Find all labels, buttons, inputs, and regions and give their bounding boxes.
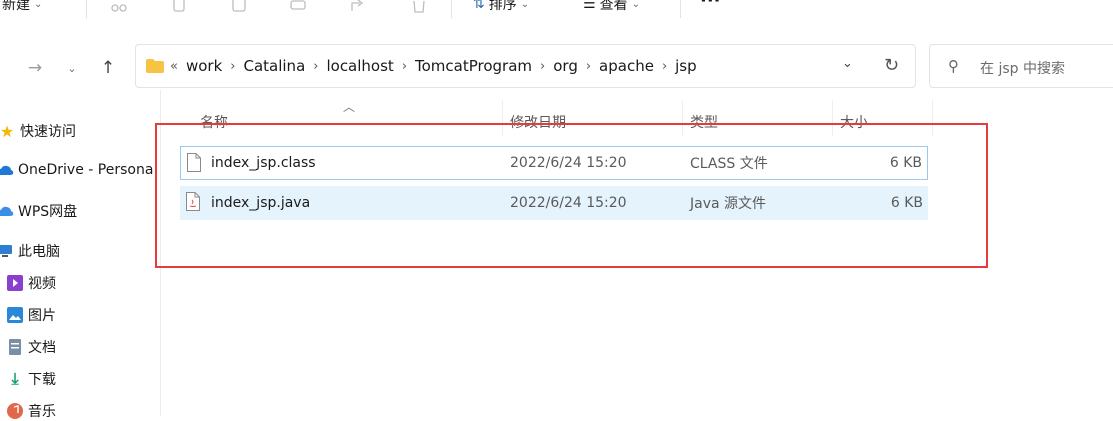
sidebar-item-label: 快速访问: [20, 124, 76, 140]
paste-icon[interactable]: [228, 0, 250, 16]
breadcrumb: « work › Catalina › localhost › TomcatPr…: [146, 45, 701, 87]
arrow-right-icon: →: [27, 58, 43, 78]
breadcrumb-item[interactable]: TomcatProgram: [411, 57, 536, 75]
recent-locations-button[interactable]: ⌄: [60, 56, 84, 80]
sidebar-item-quick-access[interactable]: ★ 快速访问: [0, 121, 76, 141]
view-label: 查看: [599, 0, 628, 13]
refresh-icon: ↻: [884, 55, 900, 76]
chevron-right-icon: ›: [585, 58, 592, 74]
sidebar-item-label: OneDrive - Persona: [18, 162, 154, 178]
share-icon[interactable]: [348, 0, 370, 16]
copy-icon[interactable]: [168, 0, 190, 16]
sort-label: 排序: [488, 0, 517, 13]
cut-icon[interactable]: [108, 0, 130, 16]
sidebar-item-documents[interactable]: 文档: [6, 337, 56, 357]
chevron-right-icon: ›: [401, 58, 408, 74]
sidebar-item-label: 视频: [28, 276, 56, 292]
toolbar-divider: [86, 0, 87, 18]
sidebar-item-onedrive[interactable]: OneDrive - Persona: [0, 161, 153, 179]
search-icon: ⚲: [948, 57, 959, 75]
picture-icon: [6, 306, 24, 324]
download-icon: ⤓: [11, 369, 19, 388]
refresh-button[interactable]: ↻: [884, 55, 899, 76]
sidebar-item-videos[interactable]: 视频: [6, 273, 56, 293]
breadcrumb-item[interactable]: apache: [595, 57, 658, 75]
new-button[interactable]: 新建 ⌄: [2, 0, 42, 14]
cloud-icon: [0, 202, 14, 220]
address-history-button[interactable]: ⌄: [842, 56, 853, 71]
breadcrumb-item[interactable]: jsp: [671, 57, 701, 75]
chevron-down-icon: ⌄: [842, 56, 853, 71]
more-icon: ···: [700, 0, 721, 11]
folder-icon: [146, 59, 164, 73]
sort-icon: ⇅: [473, 0, 485, 12]
sidebar-item-music[interactable]: 音乐: [6, 401, 56, 421]
sidebar-item-pictures[interactable]: 图片: [6, 305, 56, 325]
breadcrumb-item[interactable]: localhost: [322, 57, 397, 75]
sidebar-item-label: 文档: [28, 340, 56, 356]
rename-icon[interactable]: [288, 0, 310, 16]
sidebar-item-label: 此电脑: [18, 244, 60, 260]
more-options-button[interactable]: ···: [700, 0, 721, 11]
sidebar-item-label: 下载: [28, 372, 56, 388]
sidebar-item-downloads[interactable]: ⤓ 下载: [6, 369, 56, 389]
breadcrumb-item[interactable]: org: [549, 57, 582, 75]
address-bar[interactable]: « work › Catalina › localhost › TomcatPr…: [135, 44, 916, 88]
chevron-down-icon: ⌄: [520, 0, 530, 10]
command-toolbar: 新建 ⌄ ⇅ 排序 ⌄ ☰ 查看 ⌄ ···: [0, 0, 1113, 30]
sidebar-item-label: 图片: [28, 308, 56, 324]
sidebar-item-label: WPS网盘: [18, 204, 78, 220]
sort-ascending-icon: ︿: [343, 100, 356, 114]
search-input[interactable]: 在 jsp 中搜索: [980, 58, 1065, 78]
chevron-down-icon: ⌄: [34, 0, 43, 10]
chevron-right-icon: ›: [230, 58, 236, 74]
sidebar-item-label: 音乐: [28, 404, 56, 420]
search-box[interactable]: ⚲ 在 jsp 中搜索: [929, 44, 1113, 88]
computer-icon: [0, 242, 14, 260]
view-icon: ☰: [583, 0, 596, 12]
highlight-annotation-box: [155, 123, 988, 268]
sort-button[interactable]: ⇅ 排序 ⌄: [473, 0, 529, 14]
video-icon: [6, 274, 24, 292]
breadcrumb-item[interactable]: Catalina: [239, 57, 309, 75]
new-label: 新建: [2, 0, 30, 13]
delete-icon[interactable]: [408, 0, 430, 16]
sidebar-item-wps[interactable]: WPS网盘: [0, 201, 77, 221]
chevron-right-icon: ›: [661, 58, 668, 74]
chevron-down-icon: ⌄: [631, 0, 640, 10]
chevron-right-icon: ›: [313, 58, 319, 74]
toolbar-divider: [451, 0, 452, 18]
arrow-up-icon: ↑: [100, 58, 116, 78]
view-button[interactable]: ☰ 查看 ⌄: [583, 0, 640, 14]
music-icon: [6, 402, 24, 420]
forward-button[interactable]: →: [23, 56, 47, 80]
chevron-down-icon: ⌄: [67, 61, 77, 75]
chevron-right-icon: ›: [540, 58, 546, 74]
toolbar-divider: [680, 0, 681, 18]
breadcrumb-item[interactable]: work: [182, 57, 226, 75]
sidebar-item-this-pc[interactable]: 此电脑: [0, 241, 60, 261]
star-icon: ★: [0, 121, 15, 141]
document-icon: [6, 338, 24, 356]
up-button[interactable]: ↑: [96, 56, 120, 80]
cloud-icon: [0, 161, 14, 179]
overflow-marker[interactable]: «: [170, 59, 182, 74]
